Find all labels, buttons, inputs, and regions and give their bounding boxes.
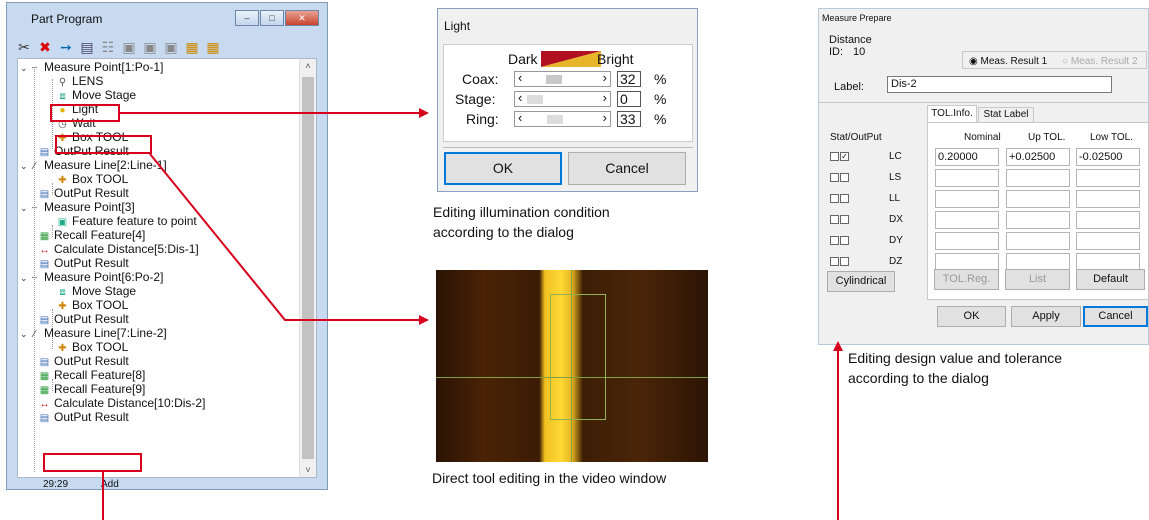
connector-arrows <box>102 108 843 520</box>
arrow-to-video-window <box>149 153 429 325</box>
